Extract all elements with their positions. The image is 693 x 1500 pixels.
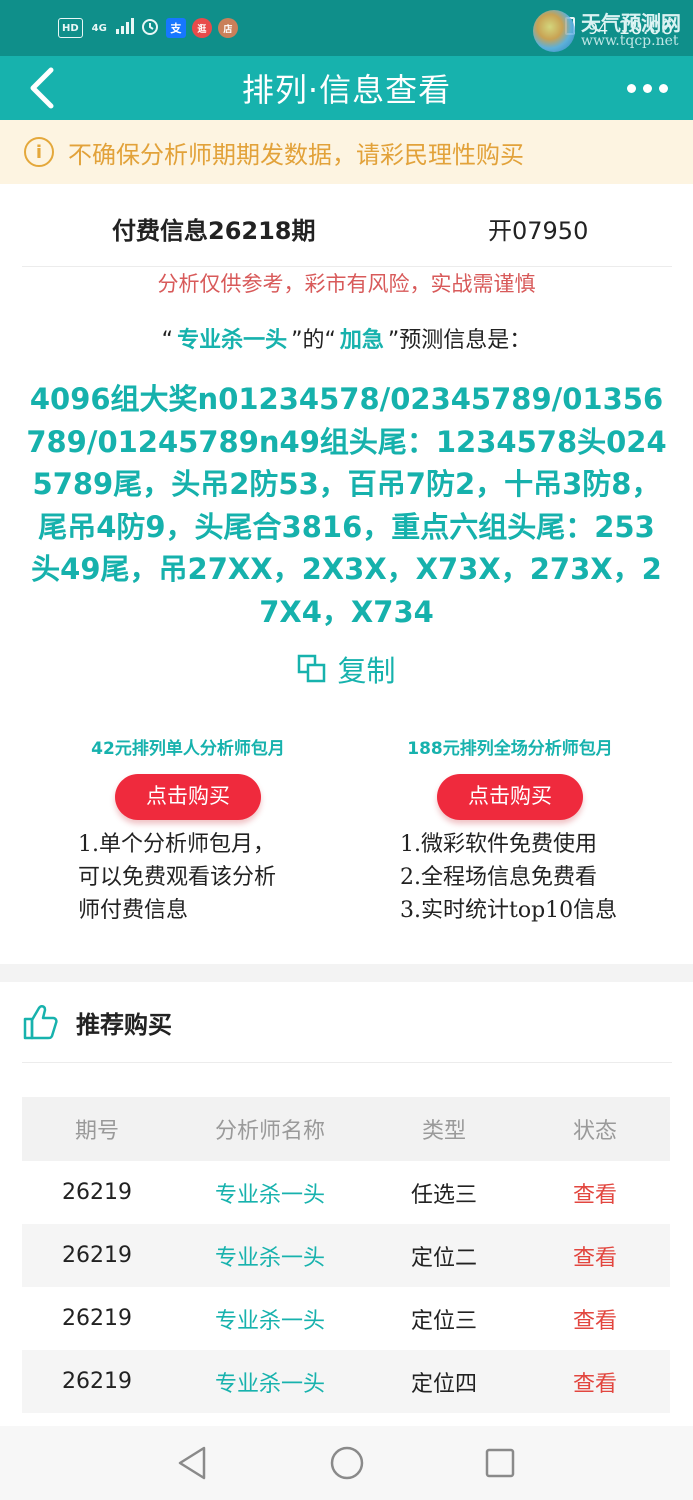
recommend-table: 期号 分析师名称 类型 状态 26219 专业杀一头 任选三 查看 26219 … <box>22 1097 670 1413</box>
benefit-line: 可以免费观看该分析 <box>78 865 277 890</box>
row-issue: 26219 <box>62 1243 132 1268</box>
col-issue: 期号 <box>74 1119 119 1144</box>
system-nav-bar <box>0 1426 693 1500</box>
table-row[interactable]: 26219 专业杀一头 定位二 查看 <box>22 1224 670 1287</box>
info-header: 付费信息26218期 开07950 <box>0 200 693 256</box>
view-link[interactable]: 查看 <box>520 1303 670 1335</box>
notice-text: 不确保分析师期期发数据，请彩民理性购买 <box>68 140 524 169</box>
page-title: 排列·信息查看 <box>241 71 452 109</box>
quote-open: “ <box>161 328 174 353</box>
divider <box>22 266 672 267</box>
row-type: 定位三 <box>410 1308 477 1334</box>
level-label: 加急 <box>339 328 384 353</box>
watermark-logo-icon <box>533 10 575 52</box>
col-status: 状态 <box>572 1119 617 1144</box>
recommend-title: 推荐购买 <box>76 1010 172 1039</box>
table-header: 期号 分析师名称 类型 状态 <box>22 1097 670 1161</box>
copy-icon <box>298 654 326 683</box>
package-single: 42元排列单人分析师包月 点击购买 1.单个分析师包月， 可以免费观看该分析 师… <box>38 734 338 927</box>
row-analyst[interactable]: 专业杀一头 <box>172 1366 368 1398</box>
signal-icon <box>115 18 134 38</box>
notice-banner: i 不确保分析师期期发数据，请彩民理性购买 <box>0 120 693 184</box>
benefit-line: 1.微彩软件免费使用 <box>400 832 597 857</box>
chevron-left-icon <box>30 67 54 109</box>
recommend-header: 推荐购买 <box>22 1000 172 1044</box>
prediction-content: 4096组大奖n01234578/02345789/01356789/01245… <box>26 382 667 629</box>
circle-home-icon <box>330 1446 364 1480</box>
package-all: 188元排列全场分析师包月 点击购买 1.微彩软件免费使用 2.全程场信息免费看… <box>360 734 660 927</box>
sys-back-button[interactable] <box>176 1445 208 1485</box>
package-title: 42元排列单人分析师包月 <box>91 739 285 759</box>
predict-suffix: ”预测信息是： <box>387 328 532 353</box>
predict-mid: ”的“ <box>291 328 336 353</box>
package-benefits: 1.微彩软件免费使用 2.全程场信息免费看 3.实时统计top10信息 <box>360 828 660 927</box>
table-row[interactable]: 26219 专业杀一头 定位四 查看 <box>22 1350 670 1413</box>
issue-title: 付费信息26218期 <box>112 216 316 245</box>
network-4g-icon: 4G <box>91 22 107 34</box>
row-issue: 26219 <box>62 1369 132 1394</box>
analyst-name[interactable]: 专业杀一头 <box>177 328 287 353</box>
nav-bar: 排列·信息查看 <box>0 56 693 120</box>
table-row[interactable]: 26219 专业杀一头 任选三 查看 <box>22 1161 670 1224</box>
row-analyst[interactable]: 专业杀一头 <box>172 1177 368 1209</box>
predict-intro: “专业杀一头 ”的“ 加急 ”预测信息是： <box>0 322 693 354</box>
buy-all-button[interactable]: 点击购买 <box>437 774 583 820</box>
row-analyst[interactable]: 专业杀一头 <box>172 1303 368 1335</box>
open-code: 开07950 <box>488 216 589 245</box>
benefit-line: 1.单个分析师包月， <box>78 832 275 857</box>
copy-label: 复制 <box>337 654 396 688</box>
risk-warning: 分析仅供参考，彩市有风险，实战需谨慎 <box>157 272 536 296</box>
sys-recent-button[interactable] <box>484 1447 516 1483</box>
col-type: 类型 <box>421 1119 466 1144</box>
benefit-line: 师付费信息 <box>78 898 189 923</box>
package-benefits: 1.单个分析师包月， 可以免费观看该分析 师付费信息 <box>38 828 338 927</box>
table-row[interactable]: 26219 专业杀一头 定位三 查看 <box>22 1287 670 1350</box>
back-button[interactable] <box>20 66 64 110</box>
store-icon: 店 <box>217 18 238 38</box>
hd-icon: HD <box>58 18 83 38</box>
watermark-url: www.tqcp.net <box>581 33 679 50</box>
row-issue: 26219 <box>62 1306 132 1331</box>
more-dots-icon <box>626 83 636 93</box>
view-link[interactable]: 查看 <box>520 1240 670 1272</box>
sys-home-button[interactable] <box>329 1445 365 1485</box>
alarm-icon <box>140 16 160 40</box>
status-left-icons: HD 4G 支 逛 店 <box>58 16 238 40</box>
row-issue: 26219 <box>62 1180 132 1205</box>
section-separator <box>0 964 693 982</box>
watermark-title: 天气预测网 <box>581 11 681 36</box>
triangle-back-icon <box>178 1446 206 1480</box>
row-type: 定位二 <box>410 1245 477 1271</box>
benefit-line: 2.全程场信息免费看 <box>400 865 597 890</box>
alipay-icon: 支 <box>165 18 186 38</box>
divider <box>22 1062 672 1063</box>
row-type: 定位四 <box>410 1371 477 1397</box>
more-dot <box>658 83 668 93</box>
buy-single-button[interactable]: 点击购买 <box>115 774 261 820</box>
square-recent-icon <box>485 1448 515 1478</box>
copy-button[interactable]: 复制 <box>0 644 693 694</box>
status-bar: HD 4G 支 逛 店 94 10:06 天气预测网 www.tqcp.net <box>0 0 693 56</box>
shop-icon: 逛 <box>191 18 212 38</box>
view-link[interactable]: 查看 <box>520 1177 670 1209</box>
more-button[interactable] <box>623 66 671 110</box>
thumbs-up-icon <box>23 1005 58 1040</box>
info-circle-icon: i <box>24 137 54 167</box>
row-type: 任选三 <box>410 1182 477 1208</box>
more-dot <box>642 83 652 93</box>
view-link[interactable]: 查看 <box>520 1366 670 1398</box>
watermark: 天气预测网 www.tqcp.net <box>533 10 681 52</box>
row-analyst[interactable]: 专业杀一头 <box>172 1240 368 1272</box>
package-title: 188元排列全场分析师包月 <box>407 739 613 759</box>
col-analyst: 分析师名称 <box>214 1119 325 1144</box>
benefit-line: 3.实时统计top10信息 <box>400 898 618 923</box>
